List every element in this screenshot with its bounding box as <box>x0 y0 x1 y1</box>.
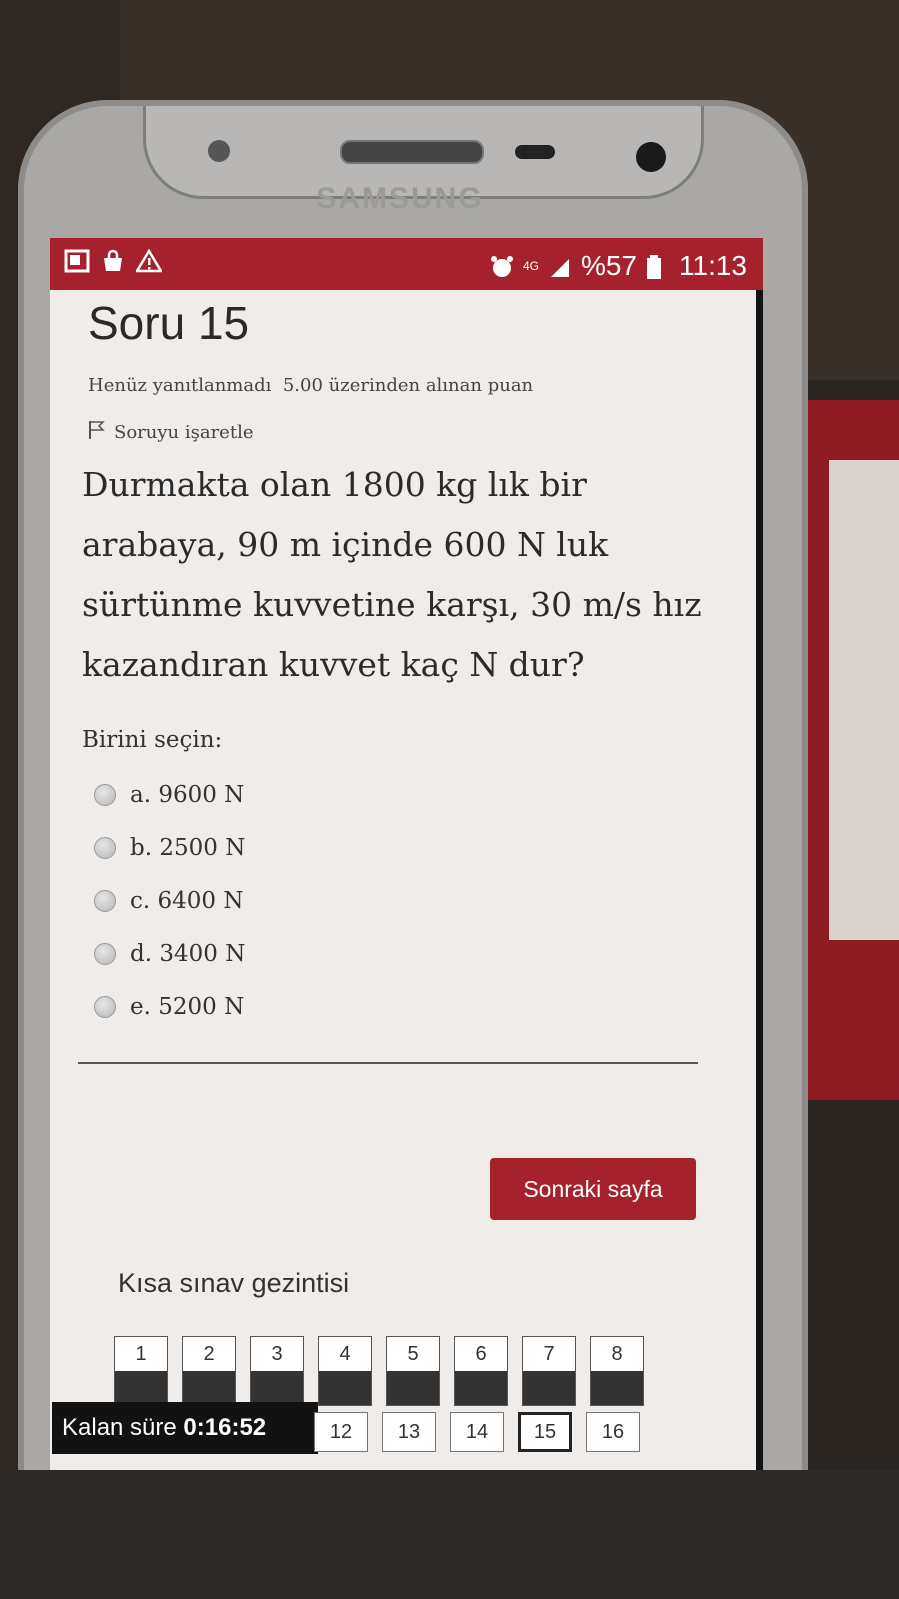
nav-question-6[interactable]: 6 <box>454 1336 508 1406</box>
light-sensor <box>515 145 555 159</box>
signal-icon <box>547 254 573 278</box>
radio-button[interactable] <box>94 889 116 912</box>
timer-value: 0:16:52 <box>183 1414 267 1441</box>
nav-status-bar <box>591 1371 643 1405</box>
radio-button[interactable] <box>94 783 116 806</box>
choose-label: Birini seçin: <box>82 727 223 753</box>
nav-number: 3 <box>271 1343 283 1365</box>
phone-bottom-bezel <box>0 1470 899 1599</box>
quiz-navigation-row-2: 12 13 14 15 16 <box>314 1412 640 1452</box>
flag-icon <box>88 420 106 445</box>
answer-options: a. 9600 N b. 2500 N c. 6400 N d. 3400 N … <box>94 768 245 1033</box>
answer-option-c[interactable]: c. 6400 N <box>94 874 245 927</box>
nav-number: 4 <box>339 1343 351 1365</box>
status-bar: 4G %57 11:13 <box>50 238 763 290</box>
nav-status-bar <box>183 1371 235 1405</box>
warning-icon <box>134 248 164 273</box>
quiz-navigation-title: Kısa sınav gezintisi <box>118 1268 350 1298</box>
nav-question-8[interactable]: 8 <box>590 1336 644 1406</box>
nav-question-5[interactable]: 5 <box>386 1336 440 1406</box>
option-label: b. 2500 N <box>130 834 246 861</box>
battery-icon <box>645 254 671 279</box>
question-info: Henüz yanıtlanmadı 5.00 üzerinden alınan… <box>88 375 533 396</box>
answer-option-e[interactable]: e. 5200 N <box>94 980 245 1033</box>
battery-percent: %57 <box>580 250 637 281</box>
time-remaining: Kalan süre 0:16:52 <box>52 1402 318 1454</box>
nav-status-bar <box>319 1371 371 1405</box>
answer-option-b[interactable]: b. 2500 N <box>94 821 245 874</box>
nav-question-4[interactable]: 4 <box>318 1336 372 1406</box>
divider <box>78 1062 698 1064</box>
nav-status-bar <box>523 1371 575 1405</box>
quiz-page: Soru 15 Henüz yanıtlanmadı 5.00 üzerinde… <box>50 290 756 1470</box>
nav-question-12[interactable]: 12 <box>314 1412 368 1452</box>
next-page-button[interactable]: Sonraki sayfa <box>490 1158 696 1220</box>
timer-label: Kalan süre <box>62 1414 177 1441</box>
radio-button[interactable] <box>94 995 116 1018</box>
question-status: Henüz yanıtlanmadı <box>88 375 272 396</box>
nav-question-16[interactable]: 16 <box>586 1412 640 1452</box>
question-points: 5.00 üzerinden alınan puan <box>282 375 534 396</box>
option-label: d. 3400 N <box>130 940 246 967</box>
nav-number: 2 <box>203 1343 215 1365</box>
nav-number: 8 <box>611 1343 623 1365</box>
nav-number: 7 <box>543 1343 555 1365</box>
alarm-icon <box>489 254 515 278</box>
flag-label: Soruyu işaretle <box>114 422 254 443</box>
nav-status-bar <box>115 1371 167 1405</box>
nav-number: 5 <box>407 1343 419 1365</box>
option-label: e. 5200 N <box>130 993 245 1020</box>
quiz-navigation-row: 1 2 3 4 5 6 7 8 <box>114 1336 644 1406</box>
network-type: 4G <box>522 259 539 273</box>
nav-question-13[interactable]: 13 <box>382 1412 436 1452</box>
shopping-bag-icon <box>100 248 126 272</box>
nav-status-bar <box>387 1371 439 1405</box>
answer-option-d[interactable]: d. 3400 N <box>94 927 245 980</box>
nav-question-1[interactable]: 1 <box>114 1336 168 1406</box>
nav-question-14[interactable]: 14 <box>450 1412 504 1452</box>
proximity-sensor <box>208 140 230 162</box>
earpiece-speaker <box>340 140 484 164</box>
image-icon <box>64 248 90 273</box>
radio-button[interactable] <box>94 942 116 965</box>
nav-question-2[interactable]: 2 <box>182 1336 236 1406</box>
answer-option-a[interactable]: a. 9600 N <box>94 768 245 821</box>
nav-status-bar <box>251 1371 303 1405</box>
page-title: Soru 15 <box>88 297 250 349</box>
phone-screen: 4G %57 11:13 Soru 15 Henüz yanıtlanmadı … <box>50 238 763 1470</box>
brand-logo: SAMSUNG <box>316 182 484 215</box>
question-text: Durmakta olan 1800 kg lık bir arabaya, 9… <box>82 465 702 684</box>
clock: 11:13 <box>679 250 747 281</box>
option-label: a. 9600 N <box>130 781 245 808</box>
radio-button[interactable] <box>94 836 116 859</box>
option-label: c. 6400 N <box>130 887 244 914</box>
nav-status-bar <box>455 1371 507 1405</box>
front-camera <box>636 142 666 172</box>
background-paper <box>829 460 899 940</box>
nav-question-3[interactable]: 3 <box>250 1336 304 1406</box>
nav-question-15-current[interactable]: 15 <box>518 1412 572 1452</box>
nav-number: 1 <box>135 1343 147 1365</box>
flag-question-link[interactable]: Soruyu işaretle <box>88 420 253 445</box>
nav-number: 6 <box>475 1343 487 1365</box>
nav-question-7[interactable]: 7 <box>522 1336 576 1406</box>
